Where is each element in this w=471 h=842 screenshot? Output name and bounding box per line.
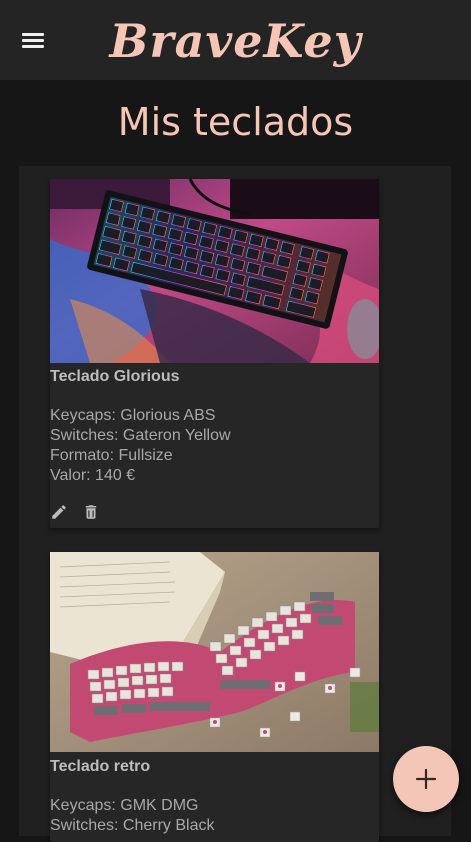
edit-button[interactable]	[50, 503, 70, 523]
keyboard-details: Keycaps: GMK DMG Switches: Cherry Black	[50, 796, 215, 836]
keyboard-keycaps: Keycaps: GMK DMG	[50, 797, 199, 814]
keyboard-photo	[50, 179, 379, 363]
keyboard-name: Teclado Glorious	[50, 368, 180, 385]
keyboard-photo	[50, 552, 379, 752]
top-app-bar: BraveKey	[0, 0, 471, 80]
keyboard-card: Teclado Glorious Keycaps: Glorious ABS S…	[50, 179, 379, 528]
brand-logo[interactable]: BraveKey	[0, 6, 471, 76]
keyboards-list: Teclado Glorious Keycaps: Glorious ABS S…	[19, 166, 451, 842]
keyboard-details: Keycaps: Glorious ABS Switches: Gateron …	[50, 406, 231, 486]
keyboard-name: Teclado retro	[50, 758, 151, 775]
pencil-icon	[52, 505, 66, 519]
add-keyboard-button[interactable]	[393, 746, 459, 812]
trash-icon	[85, 505, 97, 519]
keyboard-card: Teclado retro Keycaps: GMK DMG Switches:…	[50, 552, 379, 842]
plus-icon	[415, 768, 437, 790]
page-title: Mis teclados	[117, 100, 354, 144]
keyboard-value: Valor: 140 €	[50, 467, 136, 484]
keyboard-switches: Switches: Gateron Yellow	[50, 427, 231, 444]
keyboard-format: Formato: Fullsize	[50, 447, 173, 464]
keyboard-switches: Switches: Cherry Black	[50, 817, 215, 834]
delete-button[interactable]	[82, 503, 102, 523]
keyboard-keycaps: Keycaps: Glorious ABS	[50, 407, 216, 424]
